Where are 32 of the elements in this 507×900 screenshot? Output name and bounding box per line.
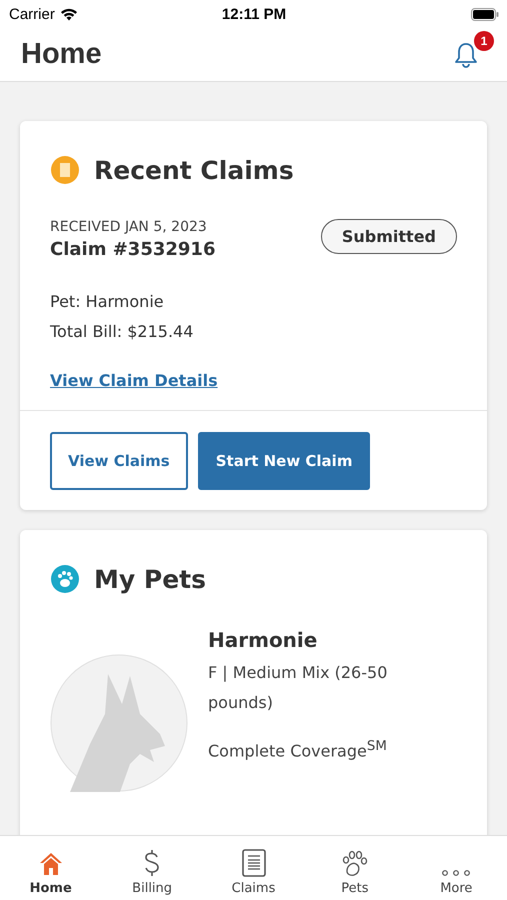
carrier-label: Carrier <box>9 6 55 22</box>
paw-icon <box>50 564 80 594</box>
pet-name: Pet: Harmonie <box>50 292 165 311</box>
wifi-icon <box>60 8 78 20</box>
document-icon <box>50 155 80 185</box>
battery-icon <box>471 8 499 20</box>
status-time: 12:11 PM <box>222 6 286 22</box>
tab-bar-item[interactable]: More <box>406 836 507 900</box>
card-title: My Pets <box>94 564 206 594</box>
claim-number: Claim #3532916 <box>50 239 216 260</box>
bell-icon <box>453 40 479 68</box>
total-bill: Total Bill: $215.44 <box>50 322 194 341</box>
notifications-button[interactable]: 1 <box>453 30 494 68</box>
view-claim-details-link[interactable]: View Claim Details <box>50 371 218 390</box>
notification-badge: 1 <box>474 30 494 50</box>
paw-icon <box>340 849 369 877</box>
view-claims-button[interactable]: View Claims <box>50 432 188 490</box>
tab-bar-item[interactable]: Home <box>0 836 102 900</box>
house-icon <box>38 851 64 877</box>
received-date: RECEIVED JAN 5, 2023 <box>50 219 208 235</box>
more-icon <box>441 869 472 877</box>
start-new-claim-button[interactable]: Start New Claim <box>198 432 370 490</box>
pet-breed: F | Medium Mix (26-50 pounds) <box>208 662 388 714</box>
tab-bar-item[interactable]: Billing <box>101 836 203 900</box>
card-title: Recent Claims <box>94 156 294 184</box>
status-badge: Submitted <box>320 219 457 254</box>
coverage-plan: Complete Coverage$^{SM}$ <box>208 738 388 762</box>
tab-bar-item[interactable]: Pets <box>304 836 406 900</box>
pet-name: Harmonie <box>208 628 318 652</box>
page-title: Home <box>21 38 102 71</box>
document-icon <box>242 849 266 877</box>
tab-bar-item[interactable]: Claims <box>202 836 304 900</box>
